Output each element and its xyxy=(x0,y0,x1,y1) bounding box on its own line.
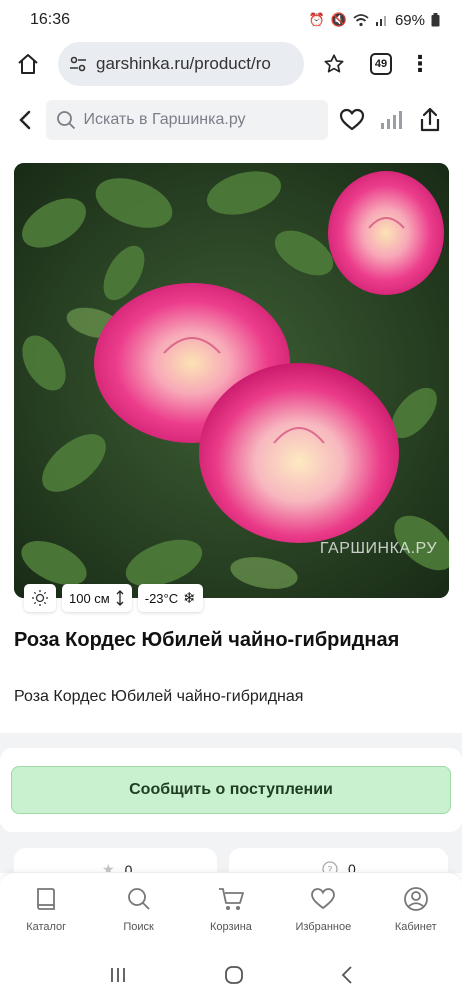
battery-icon xyxy=(431,13,440,27)
nav-favorites-label: Избранное xyxy=(295,921,352,933)
sun-icon xyxy=(32,590,48,606)
nav-search[interactable]: Поиск xyxy=(99,885,179,962)
chevron-left-icon xyxy=(19,110,30,130)
recent-apps-icon[interactable] xyxy=(108,966,128,989)
bar-chart-icon xyxy=(381,111,403,129)
status-bar: 16:36 ⏰ 🔇 69% xyxy=(0,0,462,40)
sun-badge xyxy=(24,584,56,612)
height-badge: 100 см xyxy=(62,584,132,612)
compare-button[interactable] xyxy=(372,100,411,140)
home-icon xyxy=(18,54,38,74)
back-button[interactable] xyxy=(12,100,38,140)
more-menu-icon[interactable]: ⋮ xyxy=(404,42,436,86)
bookmark-button[interactable] xyxy=(312,42,356,86)
cart-icon xyxy=(217,885,245,913)
status-icons: ⏰ 🔇 69% xyxy=(309,12,440,29)
rose-photo xyxy=(14,163,449,598)
bottom-navigation: Каталог Поиск Корзина Избранное Кабинет xyxy=(0,872,462,962)
system-navigation xyxy=(0,955,462,1000)
heart-icon xyxy=(339,108,365,131)
mute-icon: 🔇 xyxy=(330,12,347,27)
share-button[interactable] xyxy=(411,100,450,140)
snowflake-icon: ❄ xyxy=(183,590,196,607)
heart-icon xyxy=(310,885,336,913)
search-field[interactable] xyxy=(45,100,329,140)
frost-value: -23°C xyxy=(144,590,179,606)
star-icon xyxy=(324,54,344,73)
nav-account[interactable]: Кабинет xyxy=(376,885,456,962)
watermark: ГАРШИНКА.РУ xyxy=(319,540,437,557)
favorites-button[interactable] xyxy=(332,100,371,140)
nav-favorites[interactable]: Избранное xyxy=(283,885,363,962)
browser-toolbar: garshinka.ru/product/ro 49 ⋮ xyxy=(0,40,462,88)
search-icon xyxy=(127,885,151,913)
book-icon xyxy=(35,885,57,913)
nav-cart-label: Корзина xyxy=(210,921,252,933)
frost-badge: -23°C ❄ xyxy=(137,584,203,612)
vertical-arrows-icon xyxy=(116,590,124,606)
home-gesture-icon[interactable] xyxy=(223,964,245,991)
search-icon xyxy=(56,111,75,130)
status-time: 16:36 xyxy=(30,11,71,28)
user-icon xyxy=(403,885,429,913)
product-subtitle: Роза Кордес Юбилей чайно-гибридная xyxy=(14,688,304,705)
product-image[interactable]: ГАРШИНКА.РУ xyxy=(14,163,449,598)
nav-catalog-label: Каталог xyxy=(26,921,67,933)
height-value: 100 см xyxy=(69,590,110,606)
site-settings-icon[interactable] xyxy=(68,54,88,74)
address-bar[interactable]: garshinka.ru/product/ro xyxy=(58,42,304,86)
url-text: garshinka.ru/product/ro xyxy=(96,54,271,73)
home-button[interactable] xyxy=(8,44,48,84)
nav-cart[interactable]: Корзина xyxy=(191,885,271,962)
nav-search-label: Поиск xyxy=(123,921,154,933)
product-badges: 100 см -23°C ❄ xyxy=(24,584,203,612)
signal-icon xyxy=(375,16,386,26)
wifi-icon xyxy=(353,14,369,27)
notify-button[interactable]: Сообщить о поступлении xyxy=(11,766,451,814)
nav-account-label: Кабинет xyxy=(394,921,437,933)
search-input[interactable] xyxy=(83,111,314,129)
tab-switcher-button[interactable]: 49 xyxy=(370,53,392,75)
back-gesture-icon[interactable] xyxy=(340,965,354,990)
alarm-icon: ⏰ xyxy=(308,12,325,27)
site-header xyxy=(0,96,462,144)
battery-level: 69% xyxy=(394,11,425,29)
product-title: Роза Кордес Юбилей чайно-гибридная xyxy=(14,629,400,651)
nav-catalog[interactable]: Каталог xyxy=(6,885,86,962)
share-icon xyxy=(421,107,440,132)
